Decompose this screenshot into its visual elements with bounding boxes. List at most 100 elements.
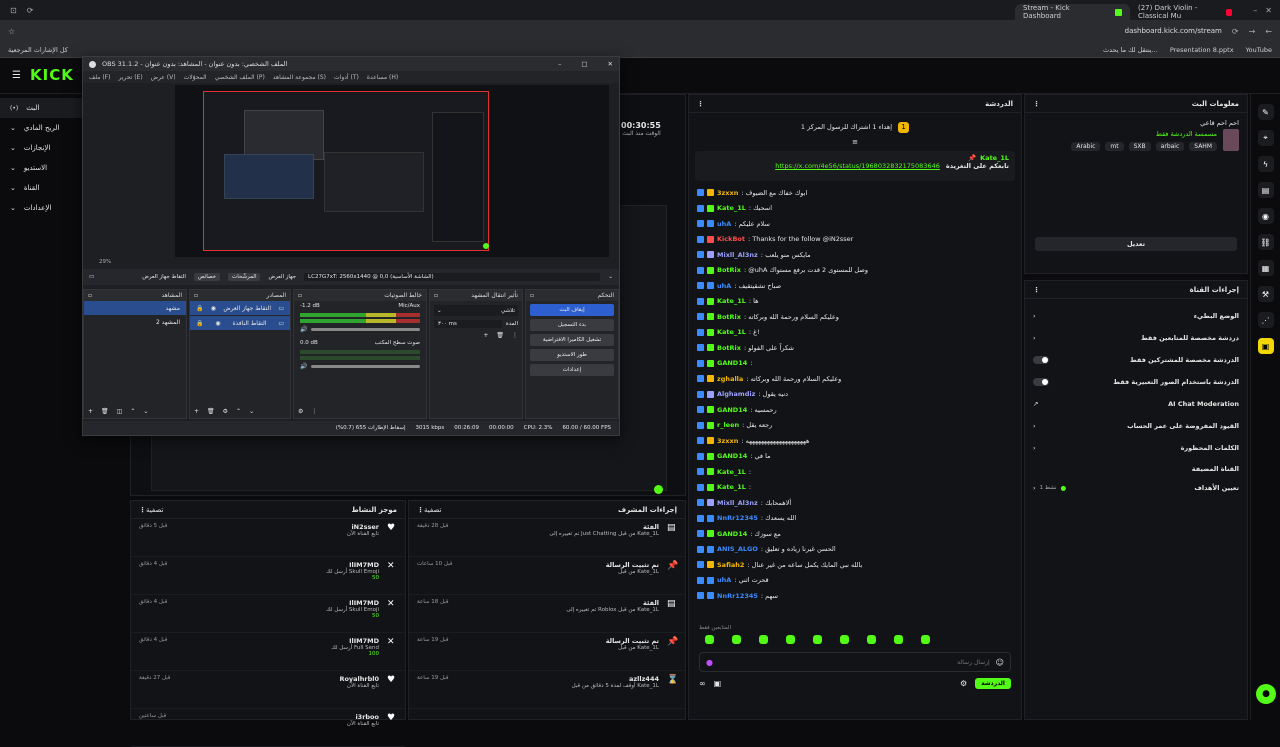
source-settings-icon[interactable]: ⚙ <box>223 408 228 415</box>
bookmark-youtube[interactable]: YouTube <box>1246 46 1272 54</box>
obs-minimize-icon[interactable]: – <box>558 60 561 68</box>
link-chain-icon[interactable]: ⛓ <box>1257 234 1274 250</box>
channel-action-item[interactable]: › دردشة مخصصة للمتابعين فقط <box>1025 327 1247 349</box>
chat-message[interactable]: GAND14: رحمسيه <box>689 402 1021 418</box>
chat-settings-icon[interactable]: ⚙ <box>960 679 967 688</box>
chat-message[interactable]: Kate_1L: ها <box>689 294 1021 310</box>
emote-icon[interactable] <box>705 635 714 644</box>
chat-message[interactable]: Alghamdiz: دنيه يقول <box>689 387 1021 403</box>
chat-message[interactable]: 3zxxn: ابوك خفاك مع الضيوف <box>689 185 1021 201</box>
chat-message[interactable]: Mixll_Al3nz: مايكس منو يلعب <box>689 247 1021 263</box>
chat-message[interactable]: uhA: سلام عليكم <box>689 216 1021 232</box>
chat-username[interactable]: zghalla <box>717 375 743 383</box>
mic-volume-slider[interactable] <box>311 328 420 331</box>
chat-username[interactable]: uhA <box>717 220 731 228</box>
obs-menu-item[interactable]: أدوات (T) <box>334 74 359 81</box>
set-goals-item[interactable]: › نشط 1 ● تعيين الأهداف <box>1025 479 1247 497</box>
channel-action-item[interactable]: الدردشة باستخدام الصور التعبيرية فقط <box>1025 371 1247 393</box>
start-recording-button[interactable]: بدء التسجيل <box>530 319 614 331</box>
stream-tag[interactable]: SXB <box>1128 141 1151 151</box>
chat-bubble-icon[interactable]: ◉ <box>1257 208 1274 224</box>
lightning-icon[interactable]: ϟ <box>1257 156 1274 172</box>
feed-item[interactable]: قبل 5 دقائق iN2sser تابع القناة الآن ♥ <box>131 519 405 557</box>
source-item[interactable]: 🔒 ◉ التقاط جهاز العرض ▭ <box>190 301 290 315</box>
chat-username[interactable]: r_leen <box>717 421 739 429</box>
chat-username[interactable]: Kate_1L <box>717 328 746 336</box>
obs-preview[interactable] <box>175 85 609 257</box>
chat-username[interactable]: Kate_1L <box>717 468 746 476</box>
sidebar-item-achievements[interactable]: ⌄ الإنجازات <box>0 138 82 158</box>
remove-source-icon[interactable]: 🗑 <box>207 408 215 415</box>
chat-more-icon[interactable]: ⋮ <box>697 100 704 108</box>
visibility-icon[interactable]: ◉ <box>211 305 216 312</box>
stream-tag[interactable]: mt <box>1105 141 1124 151</box>
chat-message[interactable]: GAND14: مع سوزك <box>689 526 1021 542</box>
chat-message[interactable]: Safiah2: بالله نبي المايك يكمل ساعه من غ… <box>689 557 1021 573</box>
channel-action-item[interactable]: › الوضع البطيء <box>1025 305 1247 327</box>
chat-send-button[interactable]: الدردشة <box>975 678 1011 689</box>
sidebar-item-settings[interactable]: ⌄ الإعدادات <box>0 198 82 218</box>
feed-user[interactable]: IlIM7MD <box>175 637 379 645</box>
chat-message[interactable]: 3zxxn: ههههههههههههههههههههه <box>689 433 1021 449</box>
highlight-icon[interactable]: ▣ <box>1257 338 1274 354</box>
feed-user[interactable]: الفئة <box>456 523 659 531</box>
tab-youtube[interactable]: (27) Dark Violin - Classical Mu <box>1130 4 1240 20</box>
move-up-icon[interactable]: ⌃ <box>130 408 135 415</box>
stream-info-more-icon[interactable]: ⋮ <box>1033 100 1040 108</box>
chat-username[interactable]: GAND14 <box>717 406 747 414</box>
chat-username[interactable]: Mixll_Al3nz <box>717 251 758 259</box>
remove-transition-icon[interactable]: 🗑 <box>496 332 504 339</box>
obs-titlebar[interactable]: OBS 31.1.2 - الملف الشخصي: بدون عنوان - … <box>83 57 619 71</box>
chevron-right-icon[interactable]: › <box>1033 444 1036 452</box>
volume-icon[interactable]: 🔊 <box>300 326 307 333</box>
back-arrow-icon[interactable]: ← <box>1265 27 1272 36</box>
feed-item[interactable]: قبل 10 ساعات تم تثبيت الرسالة من قبل Kate_… <box>409 557 685 595</box>
collapse-icon[interactable]: ≡ <box>689 137 1021 147</box>
dock-menu-icon[interactable]: ▫ <box>88 292 92 299</box>
external-link-icon[interactable]: ↗ <box>1033 400 1038 408</box>
sidebar-item-monetization[interactable]: ⌄ الربح المادي <box>0 118 82 138</box>
close-icon[interactable]: ✕ <box>1265 6 1272 15</box>
bookmark-presentation[interactable]: Presentation 8.pptx <box>1170 46 1234 54</box>
sidebar-item-studio[interactable]: ⌄ الاستديو <box>0 158 82 178</box>
feed-item[interactable]: قبل 19 ساعة تم تثبيت الرسالة من قبل Kate_1… <box>409 633 685 671</box>
feed-item[interactable]: قبل 4 دقائق IlIM7MD أرسل لك Skull Emoji 50 ✕ <box>131 557 405 595</box>
stream-tag[interactable]: Arabic <box>1071 141 1101 151</box>
feed-user[interactable]: IlIM7MD <box>175 561 379 569</box>
mod-filter-button[interactable]: تصفية <box>424 506 441 514</box>
emote-icon[interactable] <box>786 635 795 644</box>
feed-item[interactable]: قبل 19 ساعة azllz444 أوقف لمدة 5 دقائق من … <box>409 671 685 709</box>
filters-button[interactable]: المرشّحات <box>228 273 261 281</box>
feed-item[interactable]: قبل 4 دقائق IlIM7MD أرسل لك Full Send 100 ✕ <box>131 633 405 671</box>
add-source-icon[interactable]: + <box>194 408 199 415</box>
chat-message[interactable]: uhA: صباح تشقيتقيف <box>689 278 1021 294</box>
bookmark-all[interactable]: كل الإشارات المرجعية <box>8 46 68 54</box>
feed-item[interactable]: قبل 28 دقيقة الفئة تم تغييره إلى Just Chat… <box>409 519 685 557</box>
scene-filters-icon[interactable]: ◫ <box>117 408 123 415</box>
lock-icon[interactable]: 🔒 <box>196 305 203 312</box>
sidebar-item-stream[interactable]: (•) البث <box>0 98 82 118</box>
chat-message[interactable]: Mixll_Al3nz: ألاهمحابك <box>689 495 1021 511</box>
feed-user[interactable]: azllz444 <box>456 675 659 683</box>
channel-action-item[interactable]: ↗ AI Chat Moderation <box>1025 393 1247 415</box>
chat-message[interactable]: zghalla: وعليكم السلام ورحمة الله وبركات… <box>689 371 1021 387</box>
transition-select[interactable]: ⌄ تلاشي <box>434 305 518 316</box>
display-select[interactable]: LC27G7xT: 2560x1440 @ 0,0 (الشاشة الأساس… <box>304 273 601 281</box>
preview-capture-frame[interactable] <box>203 91 489 251</box>
chat-message[interactable]: KickBot: Thanks for the follow @iN2sser <box>689 232 1021 248</box>
stop-streaming-button[interactable]: إيقاف البث <box>530 304 614 316</box>
dock-menu-icon[interactable]: ▫ <box>194 292 198 299</box>
emote-icon[interactable] <box>759 635 768 644</box>
share-icon[interactable]: ⋰ <box>1257 312 1274 328</box>
activity-more-icon[interactable]: ⋮ <box>139 506 146 514</box>
chat-username[interactable]: Kate_1L <box>717 297 746 305</box>
channel-actions-more-icon[interactable]: ⋮ <box>1033 286 1040 294</box>
feed-user[interactable]: iN2sser <box>175 523 379 531</box>
obs-menu-item[interactable]: مجموعة المشاهد (S) <box>273 74 326 81</box>
scene-item[interactable]: المشهد 2 <box>84 315 186 329</box>
duration-input[interactable]: ٣٠٠ ms <box>434 320 502 328</box>
chevron-right-icon[interactable]: › <box>1033 422 1036 430</box>
chat-username[interactable]: NnRr12345 <box>717 592 758 600</box>
pinned-link[interactable]: https://x.com/4e56/status/19680328321750… <box>775 162 940 170</box>
emote-icon[interactable] <box>732 635 741 644</box>
